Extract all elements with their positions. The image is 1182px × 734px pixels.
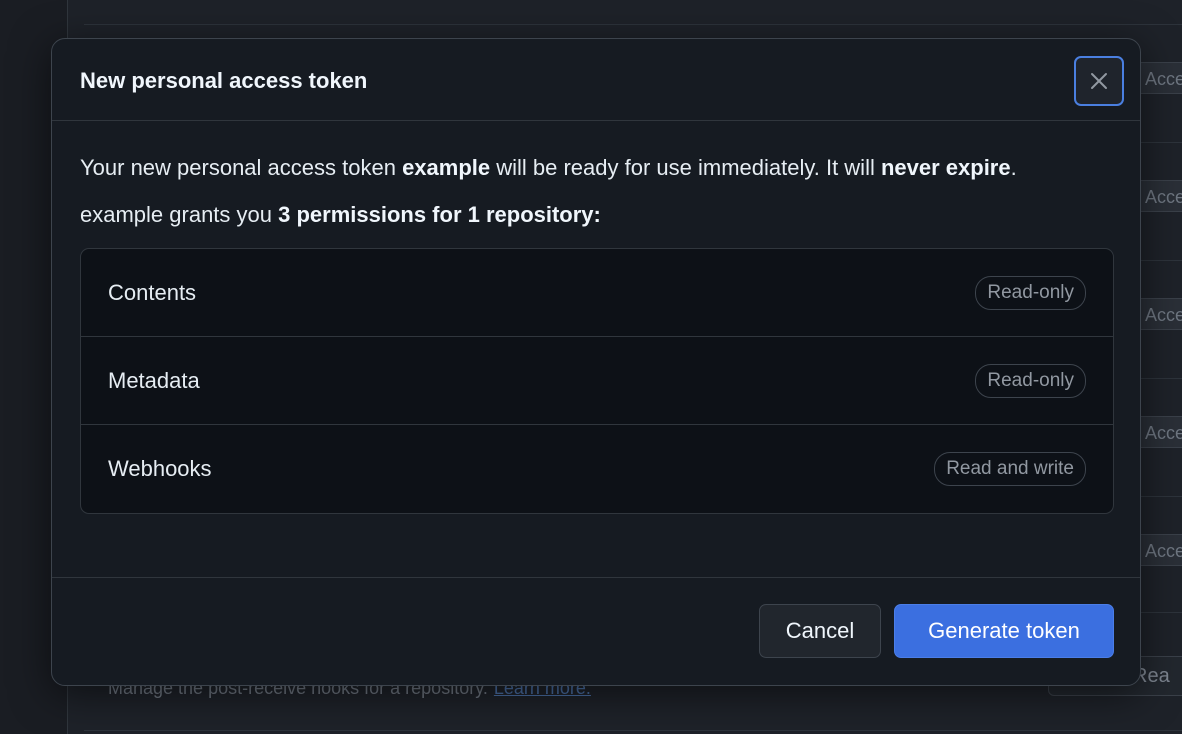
dialog-body: Your new personal access token example w…: [52, 121, 1140, 514]
permission-row: Webhooks Read and write: [81, 425, 1113, 513]
intro-text-1: Your new personal access token: [80, 155, 403, 180]
cancel-button[interactable]: Cancel: [759, 604, 881, 658]
permission-name: Webhooks: [108, 456, 212, 481]
background-divider: [84, 730, 1182, 731]
dialog-footer: Cancel Generate token: [52, 577, 1140, 685]
close-icon: [1091, 73, 1107, 89]
token-intro: Your new personal access token example w…: [80, 151, 1112, 185]
permission-access-badge: Read-only: [975, 275, 1086, 310]
permission-row: Contents Read-only: [81, 249, 1113, 337]
permission-name: Contents: [108, 279, 197, 305]
permission-name: Metadata: [108, 367, 200, 393]
permission-row: Metadata Read-only: [81, 337, 1113, 425]
grants-summary: example grants you 3 permissions for 1 r…: [80, 202, 1112, 228]
close-button[interactable]: [1074, 56, 1124, 106]
permission-access-badge: Read-only: [975, 363, 1086, 398]
new-token-dialog: New personal access token Your new perso…: [51, 38, 1141, 686]
token-expiry: never expire: [880, 155, 1011, 180]
dialog-header: New personal access token: [52, 39, 1140, 121]
intro-text-3: .: [1010, 155, 1017, 180]
intro-text-2: will be ready for use immediately. It wi…: [490, 155, 881, 180]
grants-count: 3 permissions for 1 repository:: [278, 202, 601, 227]
grants-text: grants you: [163, 202, 279, 227]
permissions-list: Contents Read-only Metadata Read-only We…: [80, 248, 1114, 514]
background-divider: [84, 24, 1182, 25]
grants-token-name: example: [80, 202, 164, 227]
generate-token-button[interactable]: Generate token: [894, 604, 1114, 658]
permission-access-badge: Read and write: [934, 452, 1086, 486]
dialog-title: New personal access token: [80, 68, 368, 93]
token-name: example: [402, 155, 491, 180]
